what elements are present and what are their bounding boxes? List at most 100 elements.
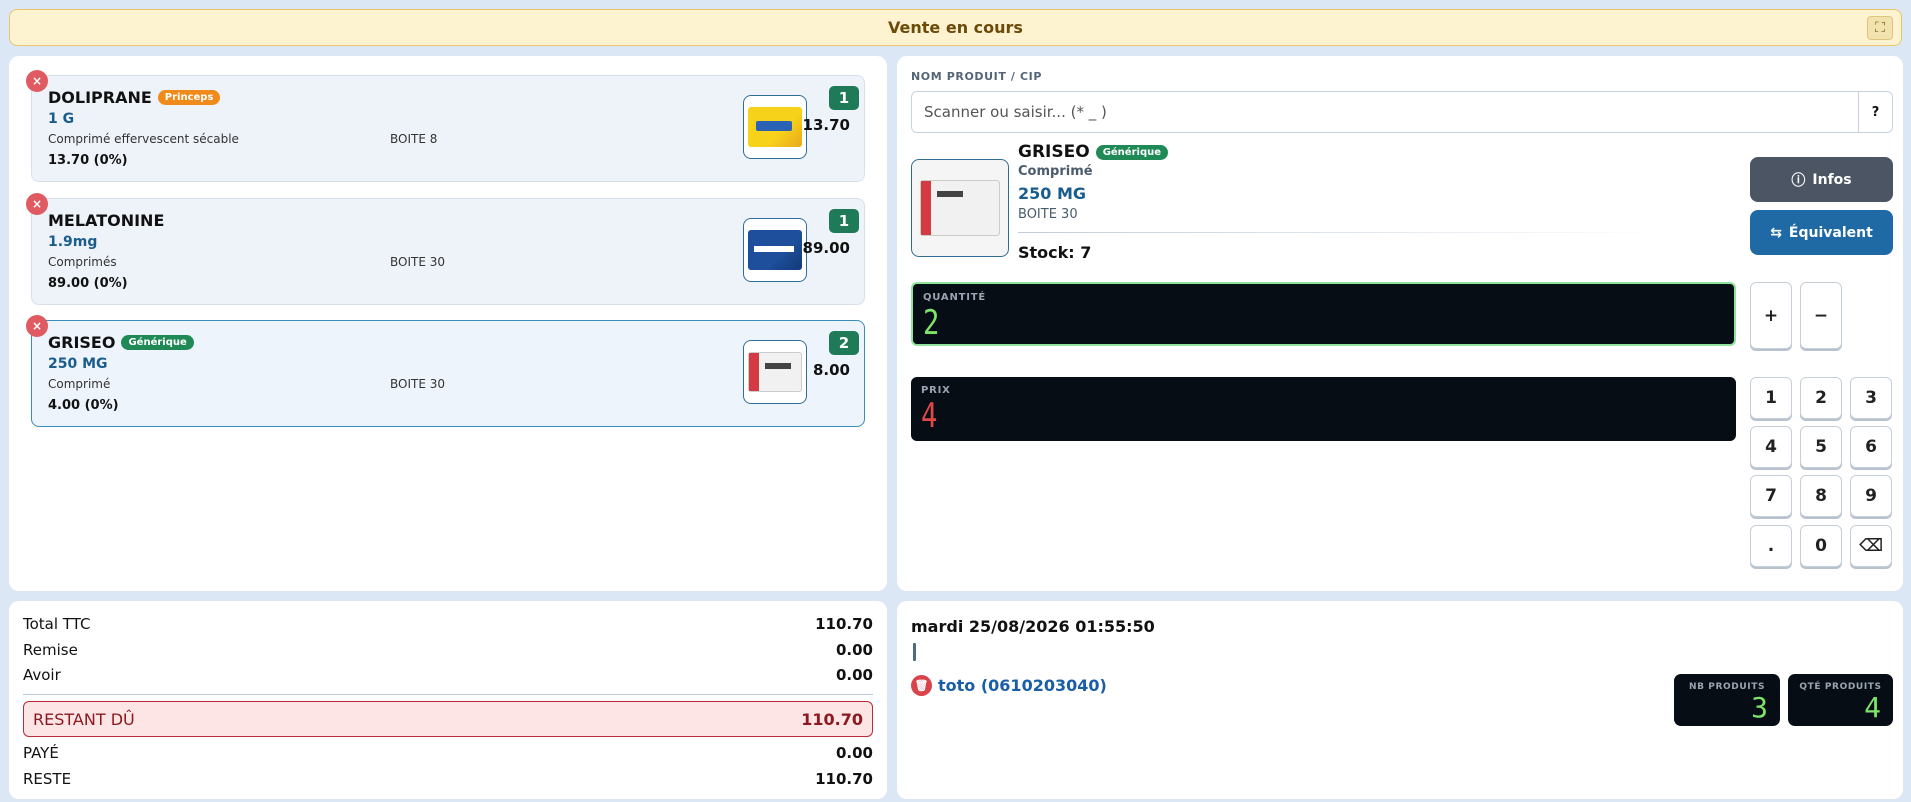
sale-info-panel: mardi 25/08/2026 01:55:50 🗑 toto (061020…: [897, 601, 1903, 799]
paid-label: PAYÉ: [23, 744, 59, 762]
key-0[interactable]: 0: [1800, 525, 1842, 567]
remaining-label: RESTE: [23, 770, 72, 788]
product-image: [743, 95, 807, 159]
backspace-button[interactable]: ⌫: [1850, 525, 1892, 567]
close-icon: ×: [31, 74, 43, 88]
totals-panel: Total TTC 110.70 Remise 0.00 Avoir 0.00 …: [9, 601, 887, 799]
item-qty-badge: 1: [829, 209, 859, 233]
key-7[interactable]: 7: [1750, 475, 1792, 517]
remaining-row: RESTE 110.70: [23, 770, 873, 788]
key-1[interactable]: 1: [1750, 377, 1792, 419]
quantity-count-value: 4: [1864, 691, 1881, 724]
fullscreen-button[interactable]: ⛶: [1867, 16, 1893, 40]
infos-label: Infos: [1812, 171, 1852, 188]
remove-client-button[interactable]: 🗑: [911, 675, 932, 696]
search-input[interactable]: [912, 92, 1892, 132]
cart-panel: × DOLIPRANE Princeps 1 G Comprimé efferv…: [9, 56, 887, 591]
item-qty-badge: 1: [829, 86, 859, 110]
item-pack: BOITE 8: [390, 132, 438, 146]
quantity-value: 2: [923, 303, 940, 343]
item-line-total: 13.70: [802, 116, 850, 134]
product-panel: NOM PRODUIT / CIP ? GRISEO Générique Com…: [897, 56, 1903, 591]
equivalent-button[interactable]: ⇆ Équivalent: [1750, 210, 1893, 255]
paid-row: PAYÉ 0.00: [23, 744, 873, 762]
selected-product-dose: 250 MG: [1018, 184, 1087, 203]
search-label: NOM PRODUIT / CIP: [911, 70, 1042, 83]
trash-icon: 🗑: [914, 679, 929, 692]
selected-product-name: GRISEO Générique: [1018, 142, 1168, 162]
client-name[interactable]: toto (0610203040): [938, 676, 1107, 695]
close-icon: ×: [31, 197, 43, 211]
item-name-text: MELATONINE: [48, 211, 165, 230]
avoir-label: Avoir: [23, 666, 61, 684]
melatonine-box-image: [748, 230, 802, 270]
info-icon: ⓘ: [1791, 172, 1806, 189]
amount-due-value: 110.70: [801, 709, 863, 729]
cart-item-melatonine[interactable]: × MELATONINE 1.9mg Comprimés BOITE 30 89…: [26, 193, 865, 305]
griseo-box-image: [748, 352, 802, 392]
item-name: DOLIPRANE Princeps: [48, 88, 221, 107]
selected-product-image: [911, 159, 1009, 257]
client-row: 🗑 toto (0610203040): [911, 675, 1107, 696]
quantity-display[interactable]: QUANTITÉ 2: [911, 282, 1736, 346]
remove-item-button[interactable]: ×: [26, 70, 48, 92]
help-button[interactable]: ?: [1858, 92, 1892, 132]
key-dot[interactable]: .: [1750, 525, 1792, 567]
swap-icon: ⇆: [1770, 224, 1782, 241]
item-line-total: 89.00: [802, 239, 850, 257]
amount-due-box: RESTANT DÛ 110.70: [23, 701, 873, 737]
generique-badge: Générique: [1095, 144, 1168, 160]
item-qty-badge: 2: [829, 331, 859, 355]
cart-item-doliprane[interactable]: × DOLIPRANE Princeps 1 G Comprimé efferv…: [26, 70, 865, 182]
remise-row: Remise 0.00: [23, 641, 873, 659]
key-4[interactable]: 4: [1750, 426, 1792, 468]
text-cursor: [913, 643, 916, 661]
search-box: ?: [911, 91, 1893, 133]
remaining-value: 110.70: [815, 770, 873, 788]
key-9[interactable]: 9: [1850, 475, 1892, 517]
item-dose: 1.9mg: [48, 234, 98, 250]
key-6[interactable]: 6: [1850, 426, 1892, 468]
amount-due-label: RESTANT DÛ: [33, 709, 135, 729]
sale-status-bar: Vente en cours ⛶: [9, 9, 1902, 46]
item-dose: 1 G: [48, 111, 75, 127]
divider: [23, 694, 873, 695]
increment-button[interactable]: +: [1750, 282, 1792, 349]
key-5[interactable]: 5: [1800, 426, 1842, 468]
product-image: [743, 218, 807, 282]
avoir-row: Avoir 0.00: [23, 666, 873, 684]
item-unit-price: 13.70 (0%): [48, 153, 128, 168]
close-icon: ×: [31, 319, 43, 333]
expand-icon: ⛶: [1875, 20, 1885, 36]
item-form: Comprimé effervescent sécable: [48, 132, 239, 146]
price-label: PRIX: [921, 385, 951, 396]
total-ttc-value: 110.70: [815, 615, 873, 633]
cart-item-griseo[interactable]: × GRISEO Générique 250 MG Comprimé BOITE…: [26, 315, 865, 427]
infos-button[interactable]: ⓘ Infos: [1750, 157, 1893, 202]
item-form: Comprimés: [48, 255, 117, 269]
generique-badge: Générique: [121, 335, 194, 350]
remove-item-button[interactable]: ×: [26, 193, 48, 215]
key-8[interactable]: 8: [1800, 475, 1842, 517]
griseo-box-image: [920, 180, 1000, 236]
selected-product-form: Comprimé: [1018, 164, 1093, 179]
item-form: Comprimé: [48, 377, 111, 391]
divider: [1018, 232, 1668, 233]
key-2[interactable]: 2: [1800, 377, 1842, 419]
paid-value: 0.00: [835, 744, 873, 762]
doliprane-box-image: [748, 107, 802, 147]
price-display[interactable]: PRIX 4: [911, 377, 1736, 441]
princeps-badge: Princeps: [157, 90, 221, 105]
key-3[interactable]: 3: [1850, 377, 1892, 419]
product-image: [743, 340, 807, 404]
page-title: Vente en cours: [888, 18, 1023, 37]
item-pack: BOITE 30: [390, 255, 446, 269]
item-line-total: 8.00: [812, 361, 850, 379]
remove-item-button[interactable]: ×: [26, 315, 48, 337]
price-value: 4: [921, 396, 938, 436]
product-name-text: GRISEO: [1018, 142, 1090, 162]
remise-value: 0.00: [835, 641, 873, 659]
decrement-button[interactable]: −: [1800, 282, 1842, 349]
stock-level: Stock: 7: [1018, 243, 1092, 262]
item-name: GRISEO Générique: [48, 333, 194, 352]
